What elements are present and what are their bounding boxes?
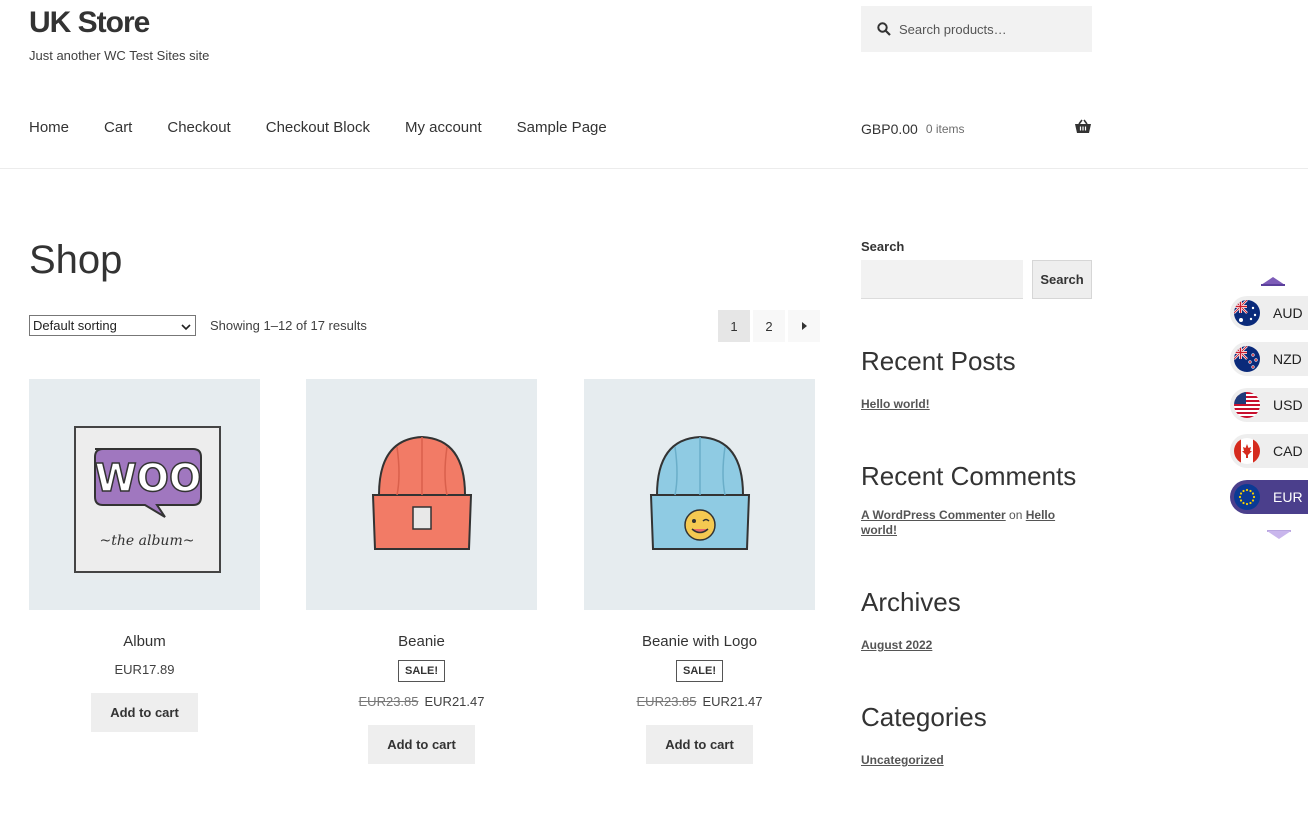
canada-flag-icon (1234, 438, 1260, 464)
sidebar-search-input[interactable] (861, 260, 1023, 299)
recent-posts-title: Recent Posts (861, 346, 1016, 376)
beanie-illustration (371, 435, 472, 550)
product-price: EUR17.89 (29, 662, 260, 677)
archives-title: Archives (861, 587, 961, 617)
product-card: Beanie with Logo SALE! EUR23.85 EUR21.47 … (584, 379, 815, 764)
recent-comments-title: Recent Comments (861, 461, 1077, 491)
page-title: Shop (29, 238, 123, 282)
sidebar-search-button[interactable]: Search (1032, 260, 1092, 299)
chevron-down-icon[interactable] (1266, 528, 1292, 546)
product-price: EUR23.85 EUR21.47 (306, 694, 537, 709)
sale-badge: SALE! (398, 660, 445, 682)
header-search-input[interactable]: Search products… (861, 6, 1092, 52)
currency-code: EUR (1273, 489, 1303, 505)
nav-item-cart[interactable]: Cart (104, 119, 132, 136)
comment-author-link[interactable]: A WordPress Commenter (861, 508, 1006, 522)
album-illustration: WOO ~the album~ (73, 425, 221, 573)
currency-eur[interactable]: EUR (1230, 480, 1308, 514)
nav-item-checkout[interactable]: Checkout (167, 119, 230, 136)
result-count: Showing 1–12 of 17 results (210, 318, 367, 333)
svg-text:~the album~: ~the album~ (99, 533, 194, 549)
pagination: 1 2 (718, 310, 823, 342)
currency-code: CAD (1273, 443, 1303, 459)
sidebar-search: Search (861, 260, 1092, 299)
archive-link[interactable]: August 2022 (861, 638, 932, 652)
product-price: EUR23.85 EUR21.47 (584, 694, 815, 709)
product-image[interactable] (584, 379, 815, 610)
site-description: Just another WC Test Sites site (29, 48, 210, 63)
usa-flag-icon (1234, 392, 1260, 418)
primary-navigation: Home Cart Checkout Checkout Block My acc… (29, 119, 642, 136)
page-1[interactable]: 1 (718, 310, 750, 342)
categories-title: Categories (861, 702, 987, 732)
sale-badge: SALE! (676, 660, 723, 682)
chevron-up-icon[interactable] (1260, 274, 1286, 292)
svg-text:WOO: WOO (94, 456, 201, 500)
currency-aud[interactable]: AUD (1230, 296, 1308, 330)
nav-item-sample-page[interactable]: Sample Page (517, 119, 607, 136)
currency-code: AUD (1273, 305, 1303, 321)
sidebar-search-label: Search (861, 239, 905, 254)
nav-item-home[interactable]: Home (29, 119, 69, 136)
site-title[interactable]: UK Store (29, 6, 150, 40)
product-name[interactable]: Beanie with Logo (584, 633, 815, 650)
header-search-placeholder: Search products… (899, 21, 1007, 37)
product-name[interactable]: Beanie (306, 633, 537, 650)
australia-flag-icon (1234, 300, 1260, 326)
header-divider (0, 168, 1308, 169)
next-page-button[interactable] (788, 310, 820, 342)
mini-cart[interactable]: GBP0.00 0 items (861, 119, 1092, 139)
old-price: EUR23.85 (358, 694, 419, 709)
category-link[interactable]: Uncategorized (861, 753, 944, 767)
search-icon (877, 22, 891, 36)
sorting-select[interactable]: Default sorting (29, 315, 196, 336)
basket-icon (1074, 119, 1092, 139)
product-image[interactable]: WOO ~the album~ (29, 379, 260, 610)
new-zealand-flag-icon (1234, 346, 1260, 372)
cart-count: 0 items (925, 122, 965, 136)
old-price: EUR23.85 (636, 694, 697, 709)
beanie-with-logo-illustration (649, 435, 750, 550)
add-to-cart-button[interactable]: Add to cart (646, 725, 753, 764)
currency-cad[interactable]: CAD (1230, 434, 1308, 468)
product-card: WOO ~the album~ Album EUR17.89 Add to ca… (29, 379, 260, 732)
currency-code: USD (1273, 397, 1303, 413)
recent-post-link[interactable]: Hello world! (861, 397, 930, 411)
chevron-down-icon (181, 320, 191, 335)
product-image[interactable] (306, 379, 537, 610)
sidebar: Search Search Recent Posts Hello world! … (861, 239, 1092, 769)
comment-on-text: on (1009, 508, 1023, 522)
add-to-cart-button[interactable]: Add to cart (368, 725, 475, 764)
chevron-right-icon (800, 319, 808, 334)
sorting-value: Default sorting (33, 318, 117, 333)
recent-comment: A WordPress Commenter on Hello world! (861, 508, 1092, 538)
product-name[interactable]: Album (29, 633, 260, 650)
nav-item-my-account[interactable]: My account (405, 119, 482, 136)
currency-code: NZD (1273, 351, 1302, 367)
currency-nzd[interactable]: NZD (1230, 342, 1308, 376)
current-price: EUR17.89 (114, 662, 175, 677)
eu-flag-icon (1234, 484, 1260, 510)
currency-usd[interactable]: USD (1230, 388, 1308, 422)
nav-item-checkout-block[interactable]: Checkout Block (266, 119, 370, 136)
page-2[interactable]: 2 (753, 310, 785, 342)
product-card: Beanie SALE! EUR23.85 EUR21.47 Add to car… (306, 379, 537, 764)
current-price: EUR21.47 (424, 694, 485, 709)
add-to-cart-button[interactable]: Add to cart (91, 693, 198, 732)
cart-amount: GBP0.00 (861, 121, 918, 137)
current-price: EUR21.47 (702, 694, 763, 709)
